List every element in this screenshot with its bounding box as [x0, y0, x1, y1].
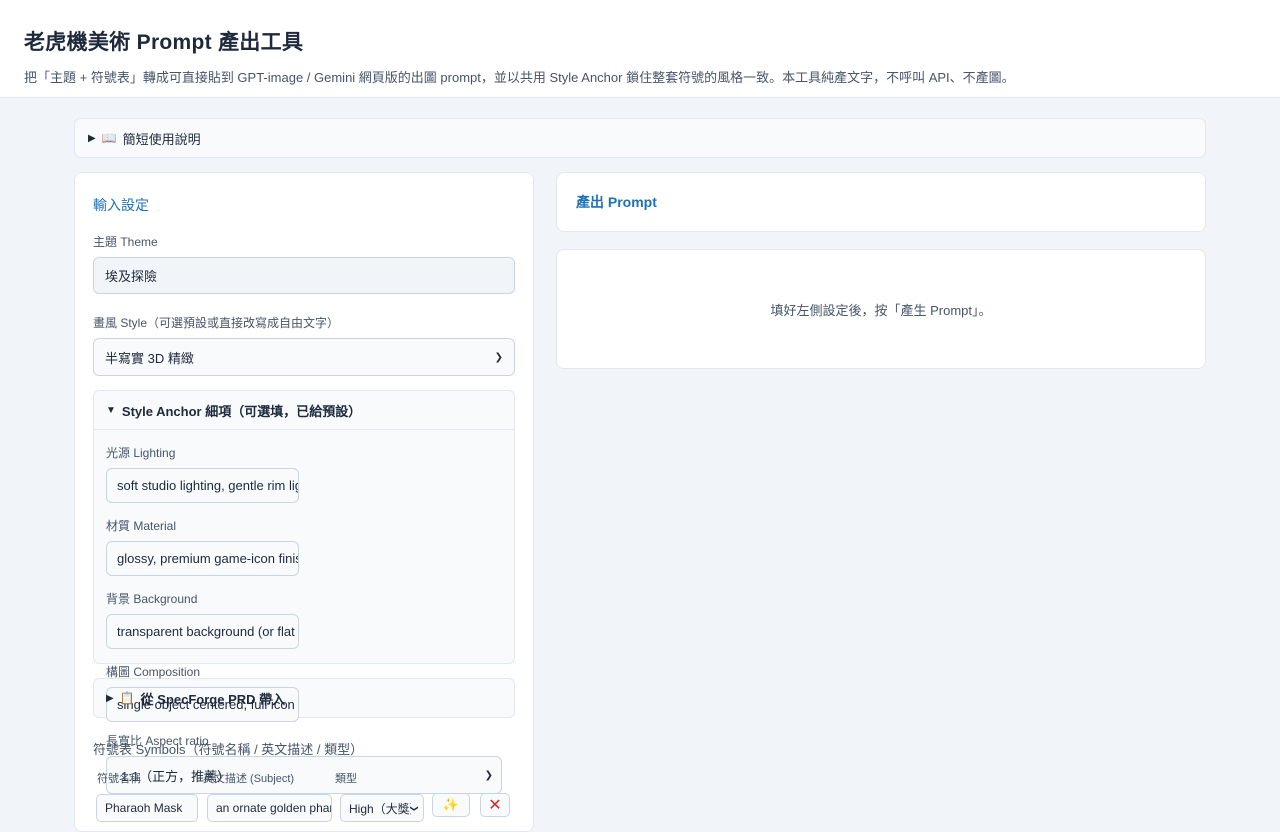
help-toggle[interactable]: ▶ 📖 簡短使用說明 — [74, 118, 1206, 158]
lighting-input[interactable]: soft studio lighting, gentle rim light — [106, 468, 299, 503]
theme-label: 主題 Theme — [93, 235, 158, 249]
delete-symbol-button[interactable]: ✕ — [480, 793, 510, 817]
symbols-header-subject: 英文描述 (Subject) — [203, 773, 295, 785]
chevron-down-icon: ❯ — [494, 351, 503, 363]
style-anchor-toggle[interactable]: ▼ Style Anchor 細項（可選填，已給預設） — [94, 391, 514, 430]
input-panel-title: 輸入設定 — [93, 197, 149, 213]
page-subtitle: 把「主題 + 符號表」轉成可直接貼到 GPT-image / Gemini 網頁… — [24, 70, 1015, 85]
style-select[interactable]: 半寫實 3D 精緻 ❯ — [93, 338, 515, 376]
input-panel: 輸入設定 主題 Theme 埃及探險 畫風 Style（可選預設或直接改寫成自由… — [74, 172, 534, 832]
symbol-row: Pharaoh Mask an ornate golden pharaoh ma… — [93, 793, 515, 822]
style-select-value: 半寫實 3D 精緻 — [105, 350, 194, 366]
composition-label: 構圖 Composition — [106, 665, 201, 679]
close-icon: ✕ — [488, 797, 502, 814]
symbols-header-name: 符號名稱 — [97, 773, 141, 785]
clipboard-icon: 📋 — [119, 691, 135, 705]
main-container: ▶ 📖 簡短使用說明 輸入設定 主題 Theme 埃及探險 畫風 Style（可… — [74, 118, 1206, 832]
lighting-label: 光源 Lighting — [106, 446, 176, 460]
style-anchor-title: Style Anchor 細項（可選填，已給預設） — [121, 403, 362, 419]
caret-right-icon: ▶ — [88, 132, 96, 144]
background-label: 背景 Background — [106, 592, 198, 606]
style-anchor-section: ▼ Style Anchor 細項（可選填，已給預設） 光源 Lighting … — [93, 390, 515, 794]
chevron-down-icon: ❯ — [484, 769, 493, 781]
app-header: 老虎機美術 Prompt 產出工具 把「主題 + 符號表」轉成可直接貼到 GPT… — [0, 0, 1280, 98]
output-panel-title: 產出 Prompt — [576, 194, 657, 210]
sparkles-icon: ✨ — [442, 797, 460, 812]
symbols-header: 符號名稱 英文描述 (Subject) 類型 — [93, 770, 515, 786]
book-icon: 📖 — [101, 131, 117, 145]
theme-input[interactable]: 埃及探險 — [93, 257, 515, 294]
material-input[interactable]: glossy, premium game-icon finish — [106, 541, 299, 576]
output-panel: 填好左側設定後，按「產生 Prompt」。 — [556, 249, 1206, 369]
caret-right-icon: ▶ — [106, 692, 114, 704]
output-panel-header: 產出 Prompt — [556, 172, 1206, 232]
symbols-label: 符號表 Symbols（符號名稱 / 英文描述 / 類型） — [93, 742, 364, 757]
output-placeholder: 填好左側設定後，按「產生 Prompt」。 — [770, 302, 992, 318]
symbol-subject-input[interactable]: an ornate golden pharaoh mask — [207, 794, 332, 822]
chevron-down-icon: ❯ — [409, 804, 419, 812]
caret-down-icon: ▼ — [106, 404, 116, 416]
page-title: 老虎機美術 Prompt 產出工具 — [24, 31, 304, 54]
symbol-name-input[interactable]: Pharaoh Mask — [96, 794, 198, 822]
symbol-type-select[interactable]: High（大獎） ❯ — [340, 794, 424, 822]
symbol-type-value: High（大獎） — [349, 801, 411, 816]
style-label: 畫風 Style（可選預設或直接改寫成自由文字） — [93, 316, 340, 330]
background-input[interactable]: transparent background (or flat color) — [106, 614, 299, 649]
magic-generate-button[interactable]: ✨ — [432, 793, 470, 817]
symbols-header-type: 類型 — [335, 773, 357, 785]
prd-label: 從 SpecForge PRD 帶入 — [140, 691, 286, 707]
material-label: 材質 Material — [106, 519, 177, 533]
help-label: 簡短使用說明 — [122, 131, 201, 147]
